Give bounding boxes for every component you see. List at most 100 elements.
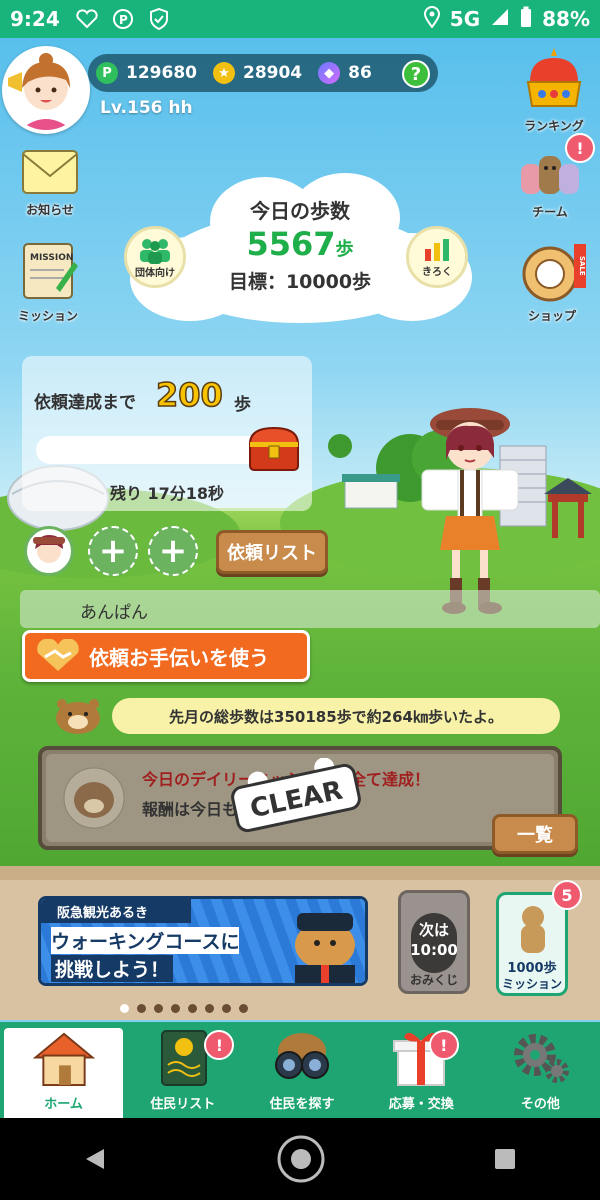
svg-text:MISSION: MISSION bbox=[30, 253, 73, 263]
battery-percent: 88% bbox=[542, 7, 590, 31]
request-list-button[interactable]: 依頼リスト bbox=[216, 530, 328, 574]
today-steps-title: 今日の歩数 bbox=[250, 199, 350, 223]
step-count: 5567 bbox=[246, 225, 336, 263]
ranking-label: ランキング bbox=[524, 119, 584, 133]
walking-course-banner[interactable]: 阪急観光あるき ウォーキングコースに 挑戦しよう！ bbox=[38, 896, 368, 986]
home-icon[interactable] bbox=[275, 1133, 327, 1185]
nav-find-residents-label: 住民を探す bbox=[269, 1097, 335, 1112]
battery-icon bbox=[520, 6, 532, 33]
svg-text:P: P bbox=[119, 13, 128, 27]
nav-other[interactable]: その他 bbox=[481, 1022, 600, 1118]
bottom-navigation: ホーム 住民リスト ! 住民を探す 応募・交換 ! その他 bbox=[0, 1022, 600, 1118]
record-button[interactable]: きろく bbox=[406, 226, 468, 288]
nav-resident-list-label: 住民リスト bbox=[150, 1097, 216, 1112]
resident-character[interactable] bbox=[410, 398, 530, 620]
use-request-help-button[interactable]: 依頼お手伝いを使う bbox=[22, 630, 310, 682]
points-value: 129680 bbox=[126, 63, 197, 83]
shield-icon bbox=[146, 8, 172, 30]
location-icon bbox=[423, 5, 440, 33]
omikuji-button[interactable]: 次は 10:00 おみくじ bbox=[398, 890, 470, 994]
envelope-icon bbox=[22, 150, 78, 194]
monthly-steps-message: 先月の総歩数は350185歩で約264㎞歩いたよ。 bbox=[112, 698, 560, 734]
mission-1000-steps-button[interactable]: 1000歩 ミッション bbox=[496, 892, 568, 996]
mission-1000-label-1: 1000歩 bbox=[507, 961, 557, 976]
nav-home-label: ホーム bbox=[44, 1097, 83, 1112]
system-navigation-bar bbox=[0, 1118, 600, 1200]
crown-icon bbox=[526, 48, 582, 107]
nav-find-residents[interactable]: 住民を探す bbox=[242, 1022, 361, 1118]
request-unit: 歩 bbox=[234, 395, 251, 415]
home-scene: P 129680 ★ 28904 ◆ 86 ? Lv.156 hh ランキング … bbox=[0, 38, 600, 1020]
add-resident-slot-1[interactable]: + bbox=[88, 526, 138, 576]
signal-icon bbox=[490, 7, 510, 32]
nav-apply-exchange-label: 応募・交換 bbox=[388, 1097, 454, 1112]
gem-icon: ◆ bbox=[318, 62, 341, 84]
page-dot bbox=[120, 1004, 129, 1013]
nav-resident-list-badge: ! bbox=[204, 1030, 235, 1060]
page-dot bbox=[205, 1004, 214, 1013]
request-remaining-steps: 200 bbox=[155, 375, 223, 415]
mission-1000-label-2: ミッション bbox=[501, 977, 562, 991]
nav-home[interactable]: ホーム bbox=[4, 1028, 124, 1118]
add-resident-slot-2[interactable]: + bbox=[148, 526, 198, 576]
page-dot bbox=[154, 1004, 163, 1013]
points-icon: P bbox=[96, 62, 118, 84]
help-button[interactable]: ? bbox=[402, 60, 430, 88]
banner-page-indicator bbox=[120, 1004, 248, 1013]
status-time: 9:24 bbox=[10, 7, 60, 31]
treasure-chest-icon bbox=[248, 426, 300, 471]
group-label: 団体向け bbox=[135, 267, 175, 279]
status-bar: 9:24 P 5G 88% bbox=[0, 0, 600, 38]
player-avatar[interactable] bbox=[2, 46, 90, 134]
binoculars-icon bbox=[275, 1033, 329, 1079]
conductor-mascot-icon bbox=[295, 913, 355, 983]
omikuji-label: おみくじ bbox=[409, 973, 458, 987]
mission-button[interactable]: MISSION ミッション bbox=[6, 240, 90, 324]
request-progress-bar bbox=[36, 436, 276, 464]
notice-button[interactable]: お知らせ bbox=[8, 148, 92, 218]
request-title: 依頼達成まで bbox=[34, 393, 136, 413]
notice-label: お知らせ bbox=[26, 203, 74, 217]
resource-bar: P 129680 ★ 28904 ◆ 86 bbox=[88, 54, 438, 92]
page-dot bbox=[239, 1004, 248, 1013]
coins-value: 28904 bbox=[242, 63, 303, 83]
shop-label: ショップ bbox=[527, 309, 576, 323]
back-icon[interactable] bbox=[82, 1145, 110, 1173]
daily-mascot-icon bbox=[63, 767, 125, 829]
ranking-button[interactable]: ランキング bbox=[512, 44, 596, 134]
recents-icon[interactable] bbox=[492, 1146, 518, 1172]
step-unit: 歩 bbox=[335, 239, 354, 260]
mission-1000-badge: 5 bbox=[552, 880, 582, 910]
clear-stamp: CLEAR bbox=[231, 758, 361, 833]
use-request-help-label: 依頼お手伝いを使う bbox=[89, 645, 269, 670]
handshake-heart-icon bbox=[37, 639, 79, 671]
request-progress-panel: 依頼達成まで 200 歩 残り 17分18秒 bbox=[22, 356, 312, 511]
nav-apply-exchange-badge: ! bbox=[428, 1030, 459, 1060]
mission-board-icon: MISSION bbox=[23, 243, 78, 299]
nav-resident-list[interactable]: 住民リスト ! bbox=[123, 1022, 242, 1118]
parking-icon: P bbox=[110, 8, 136, 30]
resident-slot-avatar[interactable] bbox=[24, 526, 74, 576]
coin-icon: ★ bbox=[212, 62, 235, 84]
group-people-icon bbox=[140, 238, 170, 264]
team-notification-badge: ! bbox=[565, 133, 595, 163]
page-dot bbox=[222, 1004, 231, 1013]
request-time-left: 残り 17分18秒 bbox=[109, 484, 225, 503]
omikuji-next-label: 次は bbox=[418, 921, 449, 939]
heart-icon bbox=[74, 8, 100, 30]
team-label: チーム bbox=[532, 205, 568, 219]
record-label: きろく bbox=[422, 266, 452, 278]
omikuji-next-time: 10:00 bbox=[410, 941, 458, 959]
resident-name-strip: あんぱん bbox=[20, 590, 600, 628]
banner-line-2: 挑戦しよう！ bbox=[51, 955, 174, 982]
banner-tag: 阪急観光あるき bbox=[41, 899, 191, 923]
daily-list-button[interactable]: 一覧 bbox=[492, 814, 578, 854]
bar-chart-icon bbox=[425, 238, 449, 261]
group-button[interactable]: 団体向け bbox=[124, 226, 186, 288]
gear-icon bbox=[514, 1034, 570, 1083]
resident-name: あんぱん bbox=[80, 603, 148, 623]
shop-button[interactable]: SALE ショップ bbox=[510, 240, 594, 324]
player-level: Lv.156 hh bbox=[100, 98, 193, 118]
page-dot bbox=[137, 1004, 146, 1013]
nav-apply-exchange[interactable]: 応募・交換 ! bbox=[362, 1022, 481, 1118]
